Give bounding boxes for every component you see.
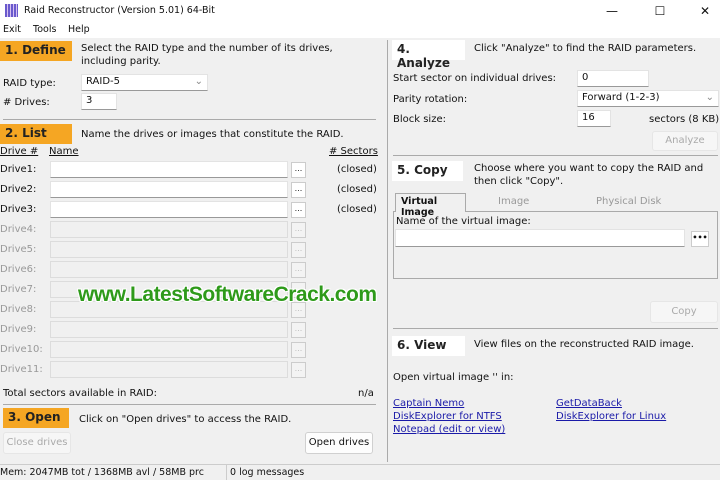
- raid-type-value: RAID-5: [86, 76, 121, 87]
- analyze-button[interactable]: Analyze: [652, 131, 718, 151]
- drive-label: Drive6:: [0, 264, 37, 275]
- divider: [393, 328, 718, 329]
- drive-label: Drive5:: [0, 244, 37, 255]
- drive-name-input[interactable]: [50, 261, 288, 278]
- status-bar: Mem: 2047MB tot / 1368MB avl / 58MB prc …: [0, 464, 720, 480]
- parity-rotation-value: Forward (1-2-3): [582, 92, 660, 103]
- link-diskexplorer-linux[interactable]: DiskExplorer for Linux: [556, 411, 666, 422]
- drive-name-input[interactable]: [50, 201, 288, 218]
- column-name[interactable]: Name: [49, 146, 79, 157]
- log-messages-status[interactable]: 0 log messages: [226, 465, 307, 480]
- drive-label: Drive11:: [0, 364, 43, 375]
- step-list-label: 2. List: [0, 124, 72, 144]
- menu-exit[interactable]: Exit: [3, 24, 21, 35]
- browse-drive-button[interactable]: ...: [291, 322, 306, 338]
- divider: [3, 404, 376, 405]
- total-sectors-label: Total sectors available in RAID:: [3, 388, 157, 399]
- column-sectors[interactable]: # Sectors: [329, 146, 378, 157]
- tab-image[interactable]: Image: [498, 196, 529, 207]
- step-view-label: 6. View: [392, 336, 465, 356]
- drive-sectors: (closed): [337, 204, 377, 215]
- step-analyze-label: 4. Analyze: [392, 40, 465, 70]
- column-drive[interactable]: Drive #: [0, 146, 38, 157]
- drive-name-input[interactable]: [50, 161, 288, 178]
- panel-separator: [387, 40, 388, 462]
- drives-count-input[interactable]: 3: [81, 93, 117, 110]
- menu-tools[interactable]: Tools: [33, 24, 56, 35]
- drive-label: Drive9:: [0, 324, 37, 335]
- drive-name-input[interactable]: [50, 321, 288, 338]
- drive-sectors: (closed): [337, 164, 377, 175]
- maximize-button[interactable]: ☐: [645, 2, 675, 20]
- open-drives-button[interactable]: Open drives: [305, 432, 373, 454]
- block-size-input[interactable]: 16: [577, 110, 611, 127]
- watermark: www.LatestSoftwareCrack.com: [78, 283, 377, 306]
- link-notepad[interactable]: Notepad (edit or view): [393, 424, 505, 435]
- divider: [393, 155, 718, 156]
- define-description: Select the RAID type and the number of i…: [81, 43, 333, 67]
- browse-drive-button[interactable]: ...: [291, 222, 306, 238]
- browse-drive-button[interactable]: ...: [291, 202, 306, 218]
- drives-count-label: # Drives:: [3, 97, 50, 108]
- drive-label: Drive2:: [0, 184, 37, 195]
- link-diskexplorer-ntfs[interactable]: DiskExplorer for NTFS: [393, 411, 502, 422]
- tab-virtual-image[interactable]: Virtual Image: [395, 193, 466, 218]
- step-open-label: 3. Open: [3, 408, 69, 428]
- close-drives-button[interactable]: Close drives: [3, 432, 71, 454]
- browse-drive-button[interactable]: ...: [291, 362, 306, 378]
- parity-rotation-label: Parity rotation:: [393, 94, 468, 105]
- chevron-down-icon: ⌄: [194, 76, 203, 87]
- browse-drive-button[interactable]: ...: [291, 262, 306, 278]
- start-sector-input[interactable]: 0: [577, 70, 649, 87]
- block-size-unit: sectors (8 KB): [649, 114, 720, 125]
- drive-sectors: (closed): [337, 184, 377, 195]
- view-description: View files on the reconstructed RAID ima…: [474, 339, 694, 350]
- virtual-image-name-label: Name of the virtual image:: [396, 216, 531, 227]
- copy-description: Choose where you want to copy the RAID a…: [474, 163, 704, 187]
- menu-help[interactable]: Help: [68, 24, 90, 35]
- divider: [3, 119, 376, 120]
- browse-drive-button[interactable]: ...: [291, 342, 306, 358]
- link-captain-nemo[interactable]: Captain Nemo: [393, 398, 464, 409]
- tab-physical-disk[interactable]: Physical Disk: [596, 196, 661, 207]
- copy-button[interactable]: Copy: [650, 301, 718, 323]
- menu-bar: [0, 22, 720, 38]
- step-copy-label: 5. Copy: [392, 161, 463, 181]
- virtual-image-name-input[interactable]: [395, 229, 685, 247]
- step-define-label: 1. Define: [0, 41, 72, 61]
- browse-drive-button[interactable]: ...: [291, 242, 306, 258]
- browse-drive-button[interactable]: ...: [291, 162, 306, 178]
- app-icon: [5, 4, 18, 17]
- drive-name-input[interactable]: [50, 341, 288, 358]
- start-sector-label: Start sector on individual drives:: [393, 73, 557, 84]
- raid-type-label: RAID type:: [3, 78, 56, 89]
- browse-drive-button[interactable]: ...: [291, 182, 306, 198]
- drive-label: Drive8:: [0, 304, 37, 315]
- chevron-down-icon: ⌄: [705, 92, 714, 103]
- drive-name-input[interactable]: [50, 221, 288, 238]
- block-size-label: Block size:: [393, 114, 446, 125]
- close-button[interactable]: ✕: [690, 2, 720, 20]
- link-getdataback[interactable]: GetDataBack: [556, 398, 622, 409]
- minimize-button[interactable]: —: [597, 2, 627, 20]
- total-sectors-value: n/a: [358, 388, 374, 399]
- drive-name-input[interactable]: [50, 241, 288, 258]
- window-title: Raid Reconstructor (Version 5.01) 64-Bit: [24, 5, 215, 16]
- browse-virtual-image-button[interactable]: •••: [691, 231, 709, 247]
- drive-label: Drive7:: [0, 284, 37, 295]
- analyze-description: Click "Analyze" to find the RAID paramet…: [474, 43, 697, 54]
- drive-label: Drive3:: [0, 204, 37, 215]
- drive-label: Drive10:: [0, 344, 43, 355]
- raid-type-select[interactable]: RAID-5 ⌄: [81, 74, 208, 91]
- open-virtual-image-label: Open virtual image '' in:: [393, 372, 514, 383]
- drive-name-input[interactable]: [50, 181, 288, 198]
- list-description: Name the drives or images that constitut…: [81, 129, 344, 140]
- open-description: Click on "Open drives" to access the RAI…: [79, 414, 292, 425]
- drive-name-input[interactable]: [50, 361, 288, 378]
- drive-label: Drive4:: [0, 224, 37, 235]
- memory-status: Mem: 2047MB tot / 1368MB avl / 58MB prc: [0, 467, 204, 478]
- drive-label: Drive1:: [0, 164, 37, 175]
- parity-rotation-select[interactable]: Forward (1-2-3) ⌄: [577, 90, 719, 107]
